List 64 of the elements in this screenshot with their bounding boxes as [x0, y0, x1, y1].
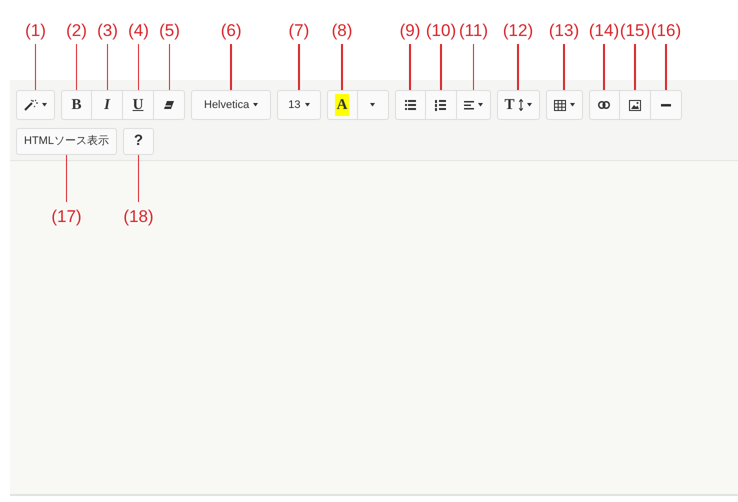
leader-line: [66, 155, 68, 202]
callout-label: (8): [332, 20, 352, 42]
callout-label: (12): [502, 20, 534, 42]
callout-label: (16): [650, 20, 682, 42]
picture-button[interactable]: [620, 90, 651, 120]
callout-label: (7): [288, 20, 310, 42]
leader-line: [76, 44, 78, 90]
help-button[interactable]: ?: [122, 128, 154, 155]
callout-label: (4): [128, 20, 149, 42]
callout-label: (3): [97, 20, 118, 42]
leader-line: [409, 44, 411, 90]
bold-button[interactable]: B: [61, 90, 92, 120]
callout-label: (14): [588, 20, 620, 42]
magic-wand-icon: [24, 99, 38, 111]
leader-line: [517, 44, 519, 90]
leader-line: [138, 44, 140, 90]
table-button[interactable]: [546, 90, 583, 120]
leader-line: [138, 155, 140, 202]
callout-label: (10): [426, 20, 456, 42]
text-color-button[interactable]: A: [326, 90, 358, 120]
callout-label: (5): [159, 20, 180, 42]
leader-line: [230, 44, 232, 90]
underline-button[interactable]: U: [123, 90, 154, 120]
callout-label: (2): [66, 20, 87, 42]
bulleted-list-button[interactable]: [394, 90, 426, 120]
eraser-icon: [164, 100, 174, 110]
align-icon: [464, 100, 474, 110]
leader-line: [106, 44, 108, 90]
leader-line: [440, 44, 442, 90]
image-icon: [628, 100, 641, 110]
leader-line: [472, 44, 474, 90]
paragraph-align-button[interactable]: [456, 90, 490, 120]
clear-format-button[interactable]: [154, 90, 185, 120]
leader-line: [298, 44, 300, 90]
leader-line: [603, 44, 605, 90]
callout-label: (13): [548, 20, 580, 42]
callout-label: (15): [620, 20, 650, 42]
callout-label: (11): [459, 20, 488, 42]
italic-button[interactable]: I: [92, 90, 123, 120]
leader-line: [168, 44, 170, 90]
horizontal-rule-button[interactable]: [650, 90, 682, 120]
leader-line: [34, 44, 36, 90]
link-button[interactable]: [588, 90, 620, 120]
leader-line: [665, 44, 667, 90]
color-dropdown-button[interactable]: [358, 90, 388, 120]
bulleted-list-icon: [404, 100, 416, 110]
table-grid-icon: [554, 100, 566, 110]
callout-label: (1): [25, 20, 46, 42]
callout-label: (18): [123, 206, 154, 228]
leader-line: [341, 44, 343, 90]
callout-label: (9): [400, 20, 420, 42]
numbered-list-button[interactable]: [426, 90, 456, 120]
font-size-dropdown[interactable]: 13: [277, 90, 320, 120]
callout-label: (17): [51, 206, 82, 228]
leader-line: [634, 44, 636, 90]
callout-label: (6): [220, 20, 242, 42]
line-height-button[interactable]: T: [496, 90, 540, 120]
html-source-button[interactable]: HTMLソース表示: [16, 128, 117, 155]
leader-line: [563, 44, 565, 90]
style-button[interactable]: [16, 90, 55, 120]
numbered-list-icon: [435, 100, 446, 110]
link-icon: [598, 101, 610, 109]
vertical-arrow-icon: [518, 99, 523, 111]
font-family-dropdown[interactable]: Helvetica: [191, 90, 272, 120]
